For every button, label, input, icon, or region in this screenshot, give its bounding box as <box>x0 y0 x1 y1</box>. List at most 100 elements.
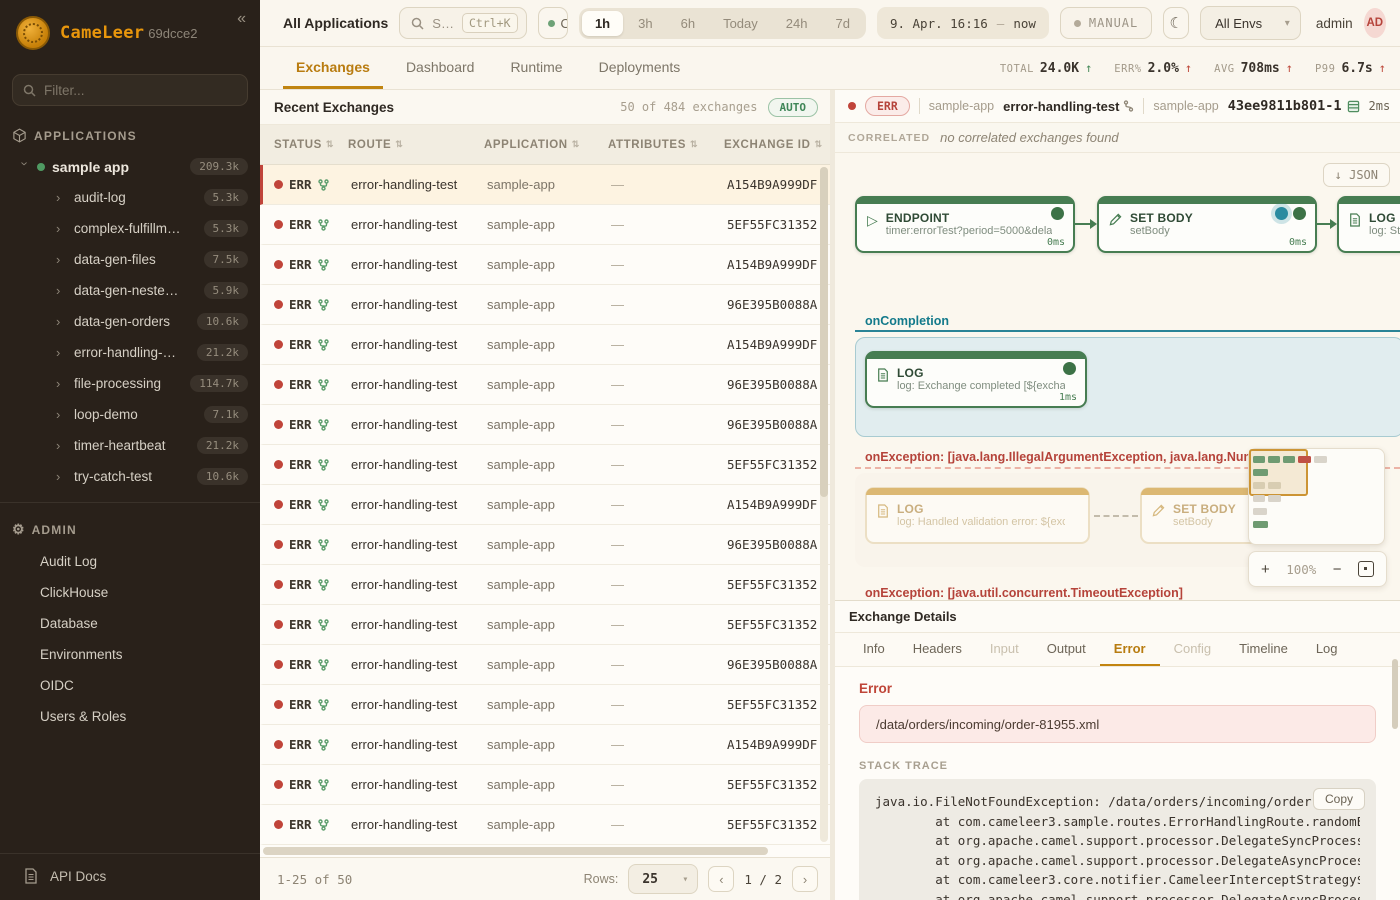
table-row[interactable]: ERR error-handling-test sample-app — 96E… <box>260 525 830 565</box>
date-range-picker[interactable]: 9. Apr. 16:16 — now <box>877 7 1049 39</box>
sidebar-app-item[interactable]: › sample app 209.3k <box>0 151 260 182</box>
table-row[interactable]: ERR error-handling-test sample-app — 96E… <box>260 645 830 685</box>
horizontal-scrollbar[interactable] <box>260 845 830 857</box>
sidebar-admin-item[interactable]: Users & Roles <box>0 701 260 732</box>
detail-route[interactable]: error-handling-test <box>1003 99 1134 114</box>
main-tab[interactable]: Dashboard <box>393 47 488 89</box>
main-tab[interactable]: Exchanges <box>283 47 383 89</box>
manual-refresh-button[interactable]: MANUAL <box>1060 7 1152 39</box>
sidebar-route-item[interactable]: › complex-fulfillm… 5.3k <box>0 213 260 244</box>
sidebar-route-item[interactable]: › try-catch-test 10.6k <box>0 461 260 492</box>
table-row[interactable]: ERR error-handling-test sample-app — 5EF… <box>260 605 830 645</box>
table-row[interactable]: ERR error-handling-test sample-app — A15… <box>260 725 830 765</box>
zoom-in-button[interactable]: + <box>1261 561 1270 578</box>
exchange-id-cell: A154B9A999DF <box>727 257 830 272</box>
prev-page-button[interactable]: ‹ <box>708 866 734 892</box>
column-header[interactable]: EXCHANGE ID ⇅ <box>724 139 830 151</box>
detail-tab[interactable]: Timeline <box>1225 633 1302 666</box>
flow-node-log[interactable]: LOG log: Sta <box>1337 196 1400 253</box>
time-range-button[interactable]: 3h <box>625 11 665 36</box>
table-row[interactable]: ERR error-handling-test sample-app — 5EF… <box>260 445 830 485</box>
search-placeholder: S… <box>432 16 454 31</box>
detail-tab[interactable]: Headers <box>899 633 976 666</box>
main-tab[interactable]: Deployments <box>586 47 694 89</box>
route-cell: error-handling-test <box>351 257 487 272</box>
camel-logo-icon <box>16 16 50 50</box>
sidebar-admin-item[interactable]: Database <box>0 608 260 639</box>
table-row[interactable]: ERR error-handling-test sample-app — 5EF… <box>260 805 830 845</box>
sidebar-admin-item[interactable]: ClickHouse <box>0 577 260 608</box>
sidebar-route-item[interactable]: › loop-demo 7.1k <box>0 399 260 430</box>
vertical-scrollbar-thumb[interactable] <box>820 167 828 497</box>
table-row[interactable]: ERR error-handling-test sample-app — 5EF… <box>260 565 830 605</box>
sidebar-route-item[interactable]: › audit-log 5.3k <box>0 182 260 213</box>
sidebar-filter[interactable] <box>12 74 248 106</box>
details-scrollbar-thumb[interactable] <box>1392 659 1398 729</box>
column-label: STATUS <box>274 139 322 151</box>
fit-view-icon[interactable] <box>1358 561 1374 577</box>
sidebar-route-item[interactable]: › data-gen-orders 10.6k <box>0 306 260 337</box>
detail-tab[interactable]: Error <box>1100 633 1160 666</box>
auto-refresh-badge[interactable]: AUTO <box>768 98 819 117</box>
flow-node-completion-log[interactable]: LOG log: Exchange completed [${exchan 1m… <box>865 351 1087 408</box>
main-tab[interactable]: Runtime <box>497 47 575 89</box>
sidebar-admin-item[interactable]: OIDC <box>0 670 260 701</box>
download-json-button[interactable]: ↓ JSON <box>1323 163 1390 187</box>
table-row[interactable]: ERR error-handling-test sample-app — 5EF… <box>260 205 830 245</box>
exchange-id[interactable]: 43ee9811b801-1 <box>1228 98 1360 114</box>
rows-per-page-select[interactable]: 25 ▾ <box>628 864 698 894</box>
env-select[interactable]: All Envs ▾ <box>1200 6 1301 40</box>
route-flow-canvas[interactable]: ↓ JSON ▷ ENDPOINT timer:errorTest?period… <box>835 153 1400 600</box>
search-button[interactable]: S… Ctrl+K <box>399 7 526 39</box>
sidebar-route-item[interactable]: › file-processing 114.7k <box>0 368 260 399</box>
sidebar-route-item[interactable]: › timer-heartbeat 21.2k <box>0 430 260 461</box>
sidebar-route-item[interactable]: › error-handling-… 21.2k <box>0 337 260 368</box>
api-docs-link[interactable]: API Docs <box>0 853 260 900</box>
online-toggle[interactable]: O <box>538 7 568 39</box>
column-header[interactable]: APPLICATION ⇅ <box>484 139 608 151</box>
detail-tab[interactable]: Log <box>1302 633 1352 666</box>
horizontal-scrollbar-thumb[interactable] <box>263 847 768 855</box>
time-range-button[interactable]: 1h <box>582 11 623 36</box>
avatar[interactable]: AD <box>1364 8 1386 38</box>
table-row[interactable]: ERR error-handling-test sample-app — A15… <box>260 245 830 285</box>
table-row[interactable]: ERR error-handling-test sample-app — 5EF… <box>260 685 830 725</box>
status-text: ERR <box>289 257 312 272</box>
table-summary: 50 of 484 exchanges <box>620 100 757 114</box>
sidebar-collapse-icon[interactable]: « <box>237 10 246 28</box>
copy-button[interactable]: Copy <box>1313 788 1365 810</box>
sidebar-admin-item[interactable]: Audit Log <box>0 546 260 577</box>
table-row[interactable]: ERR error-handling-test sample-app — A15… <box>260 485 830 525</box>
table-row[interactable]: ERR error-handling-test sample-app — 96E… <box>260 365 830 405</box>
sidebar-route-item[interactable]: › data-gen-files 7.5k <box>0 244 260 275</box>
detail-tab[interactable]: Info <box>849 633 899 666</box>
dark-mode-toggle[interactable]: ☾ <box>1163 7 1189 39</box>
detail-tab[interactable]: Input <box>976 633 1033 666</box>
table-row[interactable]: ERR error-handling-test sample-app — A15… <box>260 325 830 365</box>
time-range-button[interactable]: 6h <box>668 11 708 36</box>
detail-tab[interactable]: Config <box>1160 633 1226 666</box>
column-header[interactable]: STATUS ⇅ <box>260 139 348 151</box>
table-row[interactable]: ERR error-handling-test sample-app — 96E… <box>260 405 830 445</box>
table-row[interactable]: ERR error-handling-test sample-app — A15… <box>260 165 830 205</box>
status-cell: ERR <box>263 297 351 312</box>
detail-tab[interactable]: Output <box>1033 633 1100 666</box>
filter-input[interactable] <box>44 83 237 98</box>
time-range-button[interactable]: Today <box>710 11 771 36</box>
status-cell: ERR <box>263 657 351 672</box>
table-row[interactable]: ERR error-handling-test sample-app — 96E… <box>260 285 830 325</box>
zoom-out-button[interactable]: − <box>1333 561 1342 578</box>
flow-node-endpoint[interactable]: ▷ ENDPOINT timer:errorTest?period=5000&d… <box>855 196 1075 253</box>
sidebar-route-item[interactable]: › data-gen-neste… 5.9k <box>0 275 260 306</box>
sidebar-admin-item[interactable]: Environments <box>0 639 260 670</box>
time-range-button[interactable]: 7d <box>822 11 862 36</box>
table-row[interactable]: ERR error-handling-test sample-app — 5EF… <box>260 765 830 805</box>
column-header[interactable]: ATTRIBUTES ⇅ <box>608 139 724 151</box>
flow-node-setbody[interactable]: SET BODY setBody 0ms <box>1097 196 1317 253</box>
flow-node-exception-log[interactable]: LOG log: Handled validation error: ${exc… <box>865 487 1090 544</box>
vertical-scrollbar[interactable] <box>820 167 828 842</box>
time-range-button[interactable]: 24h <box>773 11 821 36</box>
minimap[interactable] <box>1248 448 1385 545</box>
column-header[interactable]: ROUTE ⇅ <box>348 139 484 151</box>
next-page-button[interactable]: › <box>792 866 818 892</box>
